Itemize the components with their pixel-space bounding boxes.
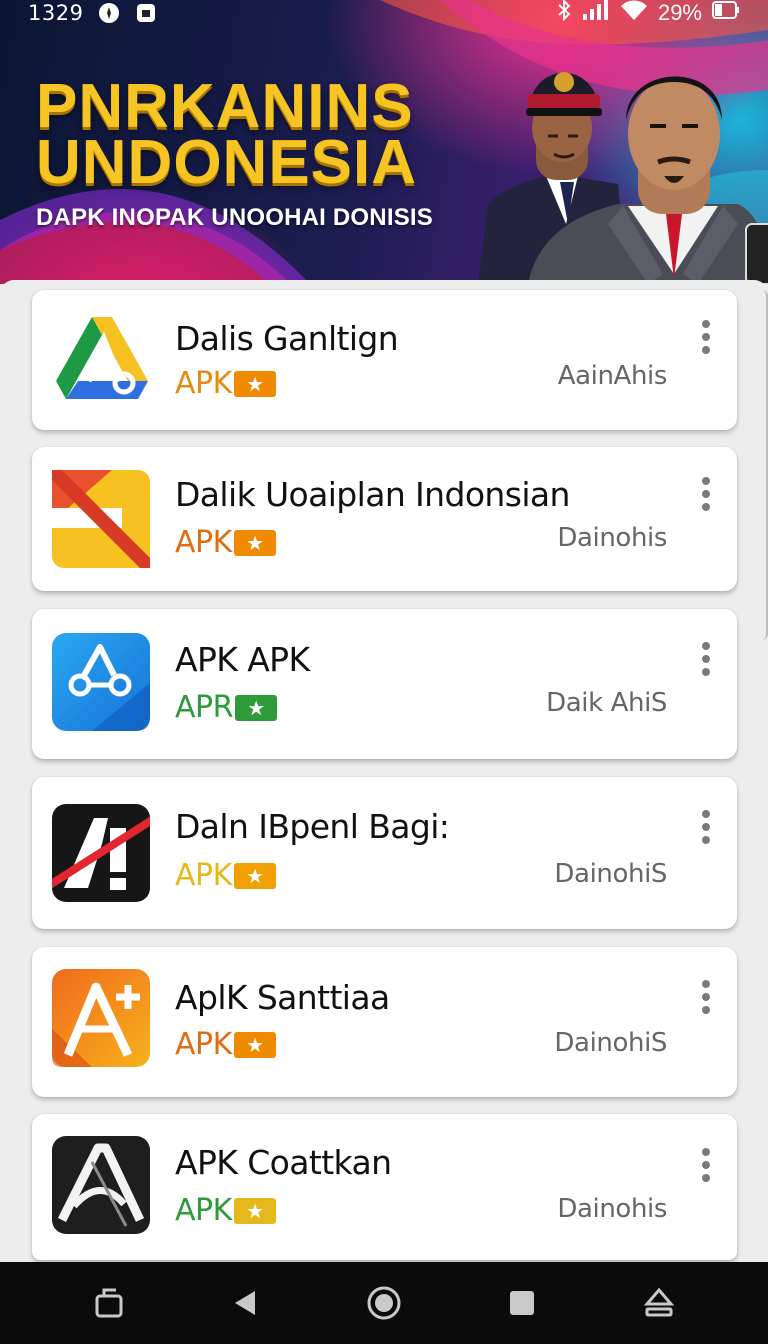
- app-tag-label: APK: [175, 1193, 232, 1228]
- app-meta: Daik AhiS: [546, 688, 667, 718]
- signal-icon: [582, 0, 610, 27]
- more-options-icon[interactable]: [701, 477, 711, 511]
- home-icon[interactable]: [364, 1283, 404, 1323]
- app-tag-label: APK: [175, 858, 232, 893]
- more-options-icon[interactable]: [701, 980, 711, 1014]
- app-tag: APK ★: [175, 1027, 276, 1062]
- system-navigation-bar: [0, 1262, 768, 1344]
- settings-icon: [97, 1, 121, 25]
- more-options-icon[interactable]: [701, 1148, 711, 1182]
- app-tag: APK ★: [175, 525, 276, 560]
- dark-a-icon: [52, 1136, 150, 1234]
- app-tag-label: APR: [175, 690, 233, 725]
- blue-triangle-icon: [52, 633, 150, 731]
- screenshot-icon[interactable]: [89, 1283, 129, 1323]
- star-badge-icon: ★: [233, 862, 276, 889]
- more-options-icon[interactable]: [701, 320, 711, 354]
- app-title: APK Coattkan: [175, 1143, 392, 1182]
- app-title: Dalik Uoaiplan Indonsian: [175, 475, 570, 514]
- app-card[interactable]: APK APK APR ★ Daik AhiS: [32, 609, 737, 759]
- app-card[interactable]: AplK Santtiaa APK ★ DainohiS: [32, 947, 737, 1097]
- notification-icon: [135, 2, 157, 24]
- app-card[interactable]: Dalik Uoaiplan Indonsian APK ★ Dainohis: [32, 447, 737, 591]
- promo-banner[interactable]: 1329 29% PNRKANINS UNDONESIA DAPK INOPAK…: [0, 0, 768, 284]
- app-meta: DainohiS: [554, 859, 667, 889]
- status-bar: 1329 29%: [0, 0, 768, 26]
- slides-style-icon: [52, 470, 150, 568]
- app-meta: Dainohis: [557, 523, 667, 553]
- orange-a-plus-icon: [52, 969, 150, 1067]
- eject-icon[interactable]: [639, 1283, 679, 1323]
- app-tag: APK ★: [175, 1193, 276, 1228]
- app-card[interactable]: Daln IBpenl Bagi: APK ★ DainohiS: [32, 777, 737, 929]
- app-tag: APK ★: [175, 366, 276, 401]
- app-tag-label: APK: [175, 1027, 232, 1062]
- banner-officials-image: [478, 72, 768, 284]
- star-badge-icon: ★: [233, 1031, 276, 1058]
- battery-icon: [712, 0, 740, 26]
- app-card[interactable]: APK Coattkan APK ★ Dainohis: [32, 1114, 737, 1260]
- scrollbar[interactable]: [760, 290, 768, 640]
- banner-title-line2: UNDONESIA: [36, 128, 418, 197]
- app-meta: Dainohis: [557, 1194, 667, 1224]
- more-options-icon[interactable]: [701, 810, 711, 844]
- app-card[interactable]: Dalis Ganltign APK ★ AainAhis: [32, 290, 737, 430]
- app-title: AplK Santtiaa: [175, 978, 390, 1017]
- star-badge-icon: ★: [233, 1197, 276, 1224]
- bluetooth-icon: [556, 0, 572, 27]
- wifi-icon: [620, 0, 648, 27]
- app-tag: APR ★: [175, 690, 277, 725]
- more-options-icon[interactable]: [701, 642, 711, 676]
- app-title: Daln IBpenl Bagi:: [175, 807, 450, 846]
- app-title: Dalis Ganltign: [175, 319, 399, 358]
- app-title: APK APK: [175, 640, 310, 679]
- app-meta: DainohiS: [554, 1028, 667, 1058]
- star-badge-icon: ★: [233, 529, 276, 556]
- app-tag-label: APK: [175, 525, 232, 560]
- status-time: 1329: [28, 1, 84, 25]
- star-badge-icon: ★: [234, 694, 277, 721]
- app-tag-label: APK: [175, 366, 232, 401]
- black-a-icon: [52, 804, 150, 902]
- app-tag: APK ★: [175, 858, 276, 893]
- recents-icon[interactable]: [502, 1283, 542, 1323]
- drive-style-icon: [56, 317, 148, 399]
- banner-subtitle: DAPK INOPAK UNOOHAI DONISIS: [36, 204, 433, 231]
- back-icon[interactable]: [226, 1283, 266, 1323]
- app-meta: AainAhis: [557, 361, 668, 391]
- battery-percent: 29%: [657, 0, 702, 25]
- star-badge-icon: ★: [233, 370, 276, 397]
